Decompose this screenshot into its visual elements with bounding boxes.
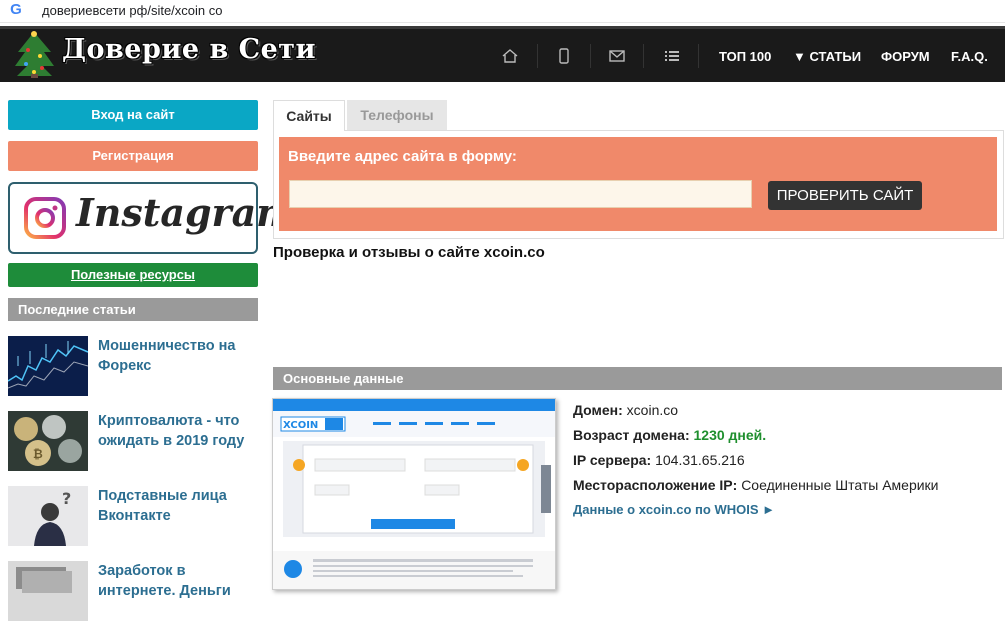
- article-item[interactable]: ₿ Криптовалюта - что ожидать в 2019 году: [8, 411, 258, 473]
- header-divider: [537, 44, 538, 68]
- instagram-icon: [24, 197, 66, 239]
- page-title: Проверка и отзывы о сайте xcoin.co: [273, 244, 545, 261]
- money-thumbnail[interactable]: [8, 561, 88, 621]
- info-ip: IP сервера: 104.31.65.216: [573, 452, 745, 468]
- domain-value: xcoin.co: [626, 402, 679, 418]
- login-button[interactable]: Вход на сайт: [8, 100, 258, 130]
- recent-articles-heading: Последние статьи: [8, 298, 258, 321]
- svg-text:XCOIN: XCOIN: [283, 420, 318, 431]
- whois-link[interactable]: Данные о xcoin.co по WHOIS ►: [573, 502, 775, 517]
- address-bar[interactable]: G довериевсети рф/site/xcoin co: [0, 0, 1005, 23]
- url-text[interactable]: довериевсети рф/site/xcoin co: [42, 3, 222, 18]
- article-item[interactable]: ? Подставные лица Вконтакте: [8, 486, 258, 548]
- article-item[interactable]: Мошенничество на Форекс: [8, 336, 258, 398]
- nav-top100[interactable]: ТОП 100: [719, 49, 771, 64]
- nav-articles[interactable]: ▼ СТАТЬИ: [793, 49, 861, 64]
- header-divider: [590, 44, 591, 68]
- header-divider: [698, 44, 699, 68]
- ip-value: 104.31.65.216: [655, 452, 745, 468]
- article-title[interactable]: Подставные лица Вконтакте: [98, 486, 263, 526]
- nav-forum[interactable]: ФОРУМ: [881, 49, 930, 64]
- site-url-input[interactable]: [289, 180, 752, 208]
- ip-label: IP сервера:: [573, 452, 652, 468]
- article-title[interactable]: Криптовалюта - что ожидать в 2019 году: [98, 411, 263, 451]
- domain-age-label: Возраст домена:: [573, 427, 690, 443]
- domain-label: Домен:: [573, 402, 623, 418]
- google-icon: G: [10, 1, 22, 18]
- list-icon[interactable]: [662, 48, 682, 64]
- info-domain: Домен: xcoin.co: [573, 402, 678, 418]
- location-value: Соединенные Штаты Америки: [741, 477, 939, 493]
- instagram-wordmark: Instagram: [76, 190, 297, 235]
- article-item[interactable]: Заработок в интернете. Деньги: [8, 561, 258, 623]
- mobile-icon[interactable]: [554, 48, 574, 64]
- tab-phones[interactable]: Телефоны: [347, 100, 447, 130]
- person-question-thumbnail[interactable]: ?: [8, 486, 88, 546]
- christmas-tree-logo-icon[interactable]: [12, 30, 57, 78]
- svg-text:?: ?: [62, 489, 71, 508]
- article-title[interactable]: Заработок в интернете. Деньги: [98, 561, 263, 601]
- site-title[interactable]: Доверие в Сети: [62, 34, 316, 65]
- main-data-heading: Основные данные: [273, 367, 1002, 390]
- register-button[interactable]: Регистрация: [8, 141, 258, 171]
- instagram-banner[interactable]: Instagram: [8, 182, 296, 254]
- form-label: Введите адрес сайта в форму:: [288, 148, 517, 165]
- domain-age-value: 1230 дней.: [693, 427, 767, 443]
- mail-icon[interactable]: [607, 48, 627, 64]
- header-divider: [643, 44, 644, 68]
- site-screenshot-thumbnail[interactable]: XCOIN: [272, 398, 556, 590]
- svg-text:₿: ₿: [33, 447, 43, 461]
- info-domain-age: Возраст домена: 1230 дней.: [573, 427, 766, 443]
- header-stripe: [0, 26, 1005, 29]
- useful-resources-button[interactable]: Полезные ресурсы: [8, 263, 258, 287]
- nav-faq[interactable]: F.A.Q.: [951, 49, 988, 64]
- check-site-button[interactable]: ПРОВЕРИТЬ САЙТ: [768, 181, 922, 210]
- home-icon[interactable]: [500, 48, 520, 64]
- info-location: Месторасположение IP: Соединенные Штаты …: [573, 477, 939, 493]
- forex-chart-thumbnail[interactable]: [8, 336, 88, 396]
- location-label: Месторасположение IP:: [573, 477, 738, 493]
- article-title[interactable]: Мошенничество на Форекс: [98, 336, 263, 376]
- crypto-coins-thumbnail[interactable]: ₿: [8, 411, 88, 471]
- tab-sites[interactable]: Сайты: [273, 100, 345, 131]
